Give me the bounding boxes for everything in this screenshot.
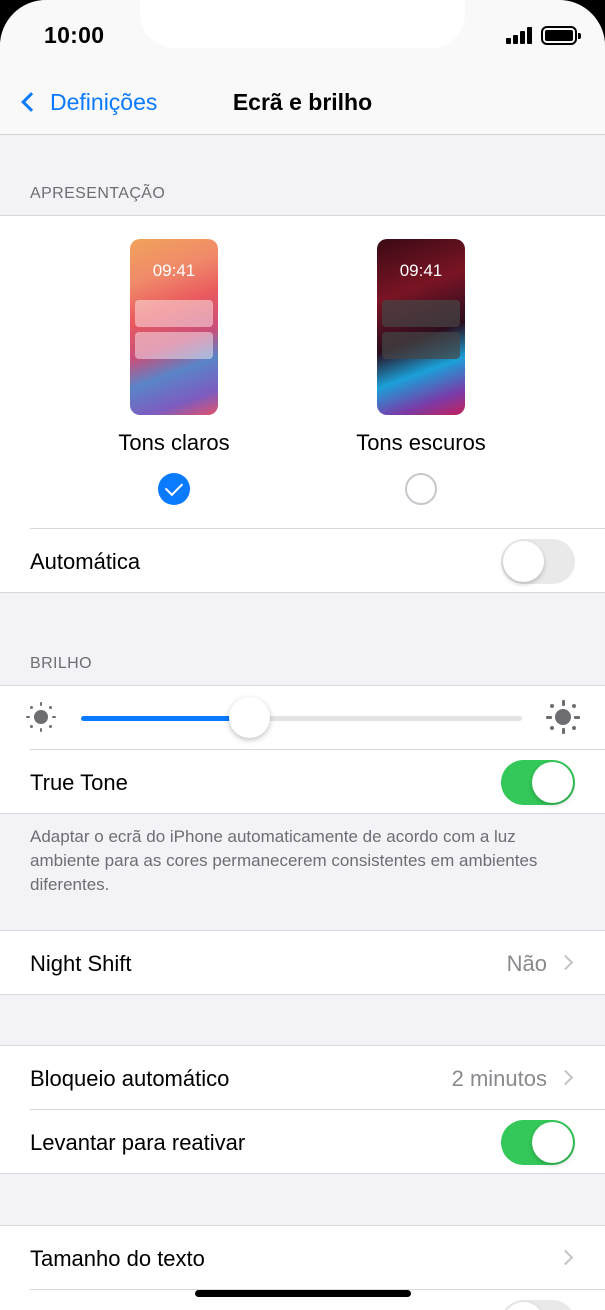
status-time: 10:00 bbox=[44, 22, 105, 48]
automatic-toggle[interactable] bbox=[501, 539, 575, 584]
dark-mode-label: Tons escuros bbox=[356, 430, 486, 455]
brightness-slider-thumb[interactable] bbox=[228, 697, 270, 738]
automatic-row: Automática bbox=[0, 529, 605, 593]
preview-notification bbox=[135, 300, 213, 327]
preview-notification bbox=[135, 332, 213, 359]
cellular-signal-icon bbox=[506, 27, 534, 44]
true-tone-label: True Tone bbox=[30, 770, 128, 795]
night-shift-label: Night Shift bbox=[30, 951, 132, 976]
toggle-knob bbox=[503, 1302, 544, 1310]
raise-to-wake-row: Levantar para reativar bbox=[0, 1110, 605, 1174]
toggle-knob bbox=[532, 1122, 573, 1163]
status-bar: 10:00 bbox=[0, 0, 605, 70]
text-size-row[interactable]: Tamanho do texto bbox=[0, 1226, 605, 1290]
chevron-right-icon bbox=[557, 1249, 574, 1266]
true-tone-toggle[interactable] bbox=[501, 760, 575, 805]
section-header-brightness: BRILHO bbox=[30, 655, 92, 672]
brightness-slider-row bbox=[0, 686, 605, 750]
true-tone-description: Adaptar o ecrã do iPhone automaticamente… bbox=[30, 827, 538, 894]
brightness-slider[interactable] bbox=[81, 716, 522, 721]
preview-time: 09:41 bbox=[399, 261, 443, 280]
settings-screen: 10:00 Definições Ecrã e brilho APRESENTA… bbox=[0, 0, 605, 1310]
sun-small-icon bbox=[24, 700, 58, 734]
brightness-fill bbox=[81, 716, 249, 721]
light-mode-preview[interactable]: 09:41 bbox=[130, 239, 218, 415]
notch bbox=[140, 0, 465, 48]
automatic-label: Automática bbox=[30, 549, 141, 574]
chevron-right-icon bbox=[557, 1069, 574, 1086]
night-shift-value: Não bbox=[506, 951, 547, 976]
raise-to-wake-toggle[interactable] bbox=[501, 1120, 575, 1165]
sun-large-icon bbox=[546, 700, 580, 734]
preview-notification bbox=[382, 300, 460, 327]
text-size-label: Tamanho do texto bbox=[30, 1246, 205, 1271]
toggle-knob bbox=[532, 762, 573, 803]
dark-mode-radio[interactable] bbox=[405, 473, 437, 505]
chevron-right-icon bbox=[557, 954, 574, 971]
battery-icon bbox=[541, 26, 581, 45]
auto-lock-label: Bloqueio automático bbox=[30, 1066, 230, 1091]
bold-text-toggle[interactable] bbox=[501, 1300, 575, 1310]
raise-to-wake-label: Levantar para reativar bbox=[30, 1130, 246, 1155]
home-indicator[interactable] bbox=[195, 1290, 411, 1297]
preview-time: 09:41 bbox=[152, 261, 196, 280]
light-mode-label: Tons claros bbox=[118, 430, 230, 455]
page-title: Ecrã e brilho bbox=[232, 89, 373, 115]
section-header-appearance: APRESENTAÇÃO bbox=[30, 185, 166, 202]
lock-group: Bloqueio automático 2 minutos Levantar p… bbox=[0, 1045, 605, 1174]
night-shift-row[interactable]: Night Shift Não bbox=[0, 931, 605, 995]
appearance-group: 09:41 Tons claros 09:41 Tons escuros Aut… bbox=[0, 215, 605, 593]
toggle-knob bbox=[503, 541, 544, 582]
light-mode-radio[interactable] bbox=[158, 473, 190, 505]
preview-notification bbox=[382, 332, 460, 359]
dark-mode-preview[interactable]: 09:41 bbox=[377, 239, 465, 415]
text-group: Tamanho do texto bbox=[0, 1225, 605, 1310]
brightness-group: True Tone bbox=[0, 685, 605, 814]
navigation-bar: Definições Ecrã e brilho bbox=[0, 70, 605, 135]
auto-lock-value: 2 minutos bbox=[451, 1066, 547, 1091]
true-tone-row: True Tone bbox=[0, 750, 605, 814]
auto-lock-row[interactable]: Bloqueio automático 2 minutos bbox=[0, 1046, 605, 1110]
night-shift-group: Night Shift Não bbox=[0, 930, 605, 995]
